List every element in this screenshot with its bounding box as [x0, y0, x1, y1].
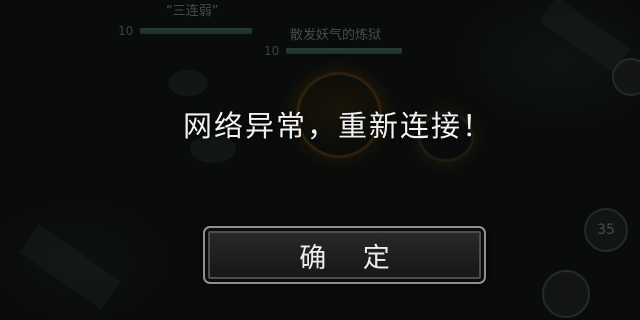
confirm-button[interactable]: 确 定 — [203, 226, 486, 284]
network-error-message: 网络异常，重新连接！ — [182, 109, 493, 143]
game-scene: “三连弱” 10 10 散发妖气的炼狱 35 网络异常，重新连接！ 确 定 — [0, 0, 640, 320]
confirm-button-label: 确 定 — [299, 242, 404, 274]
